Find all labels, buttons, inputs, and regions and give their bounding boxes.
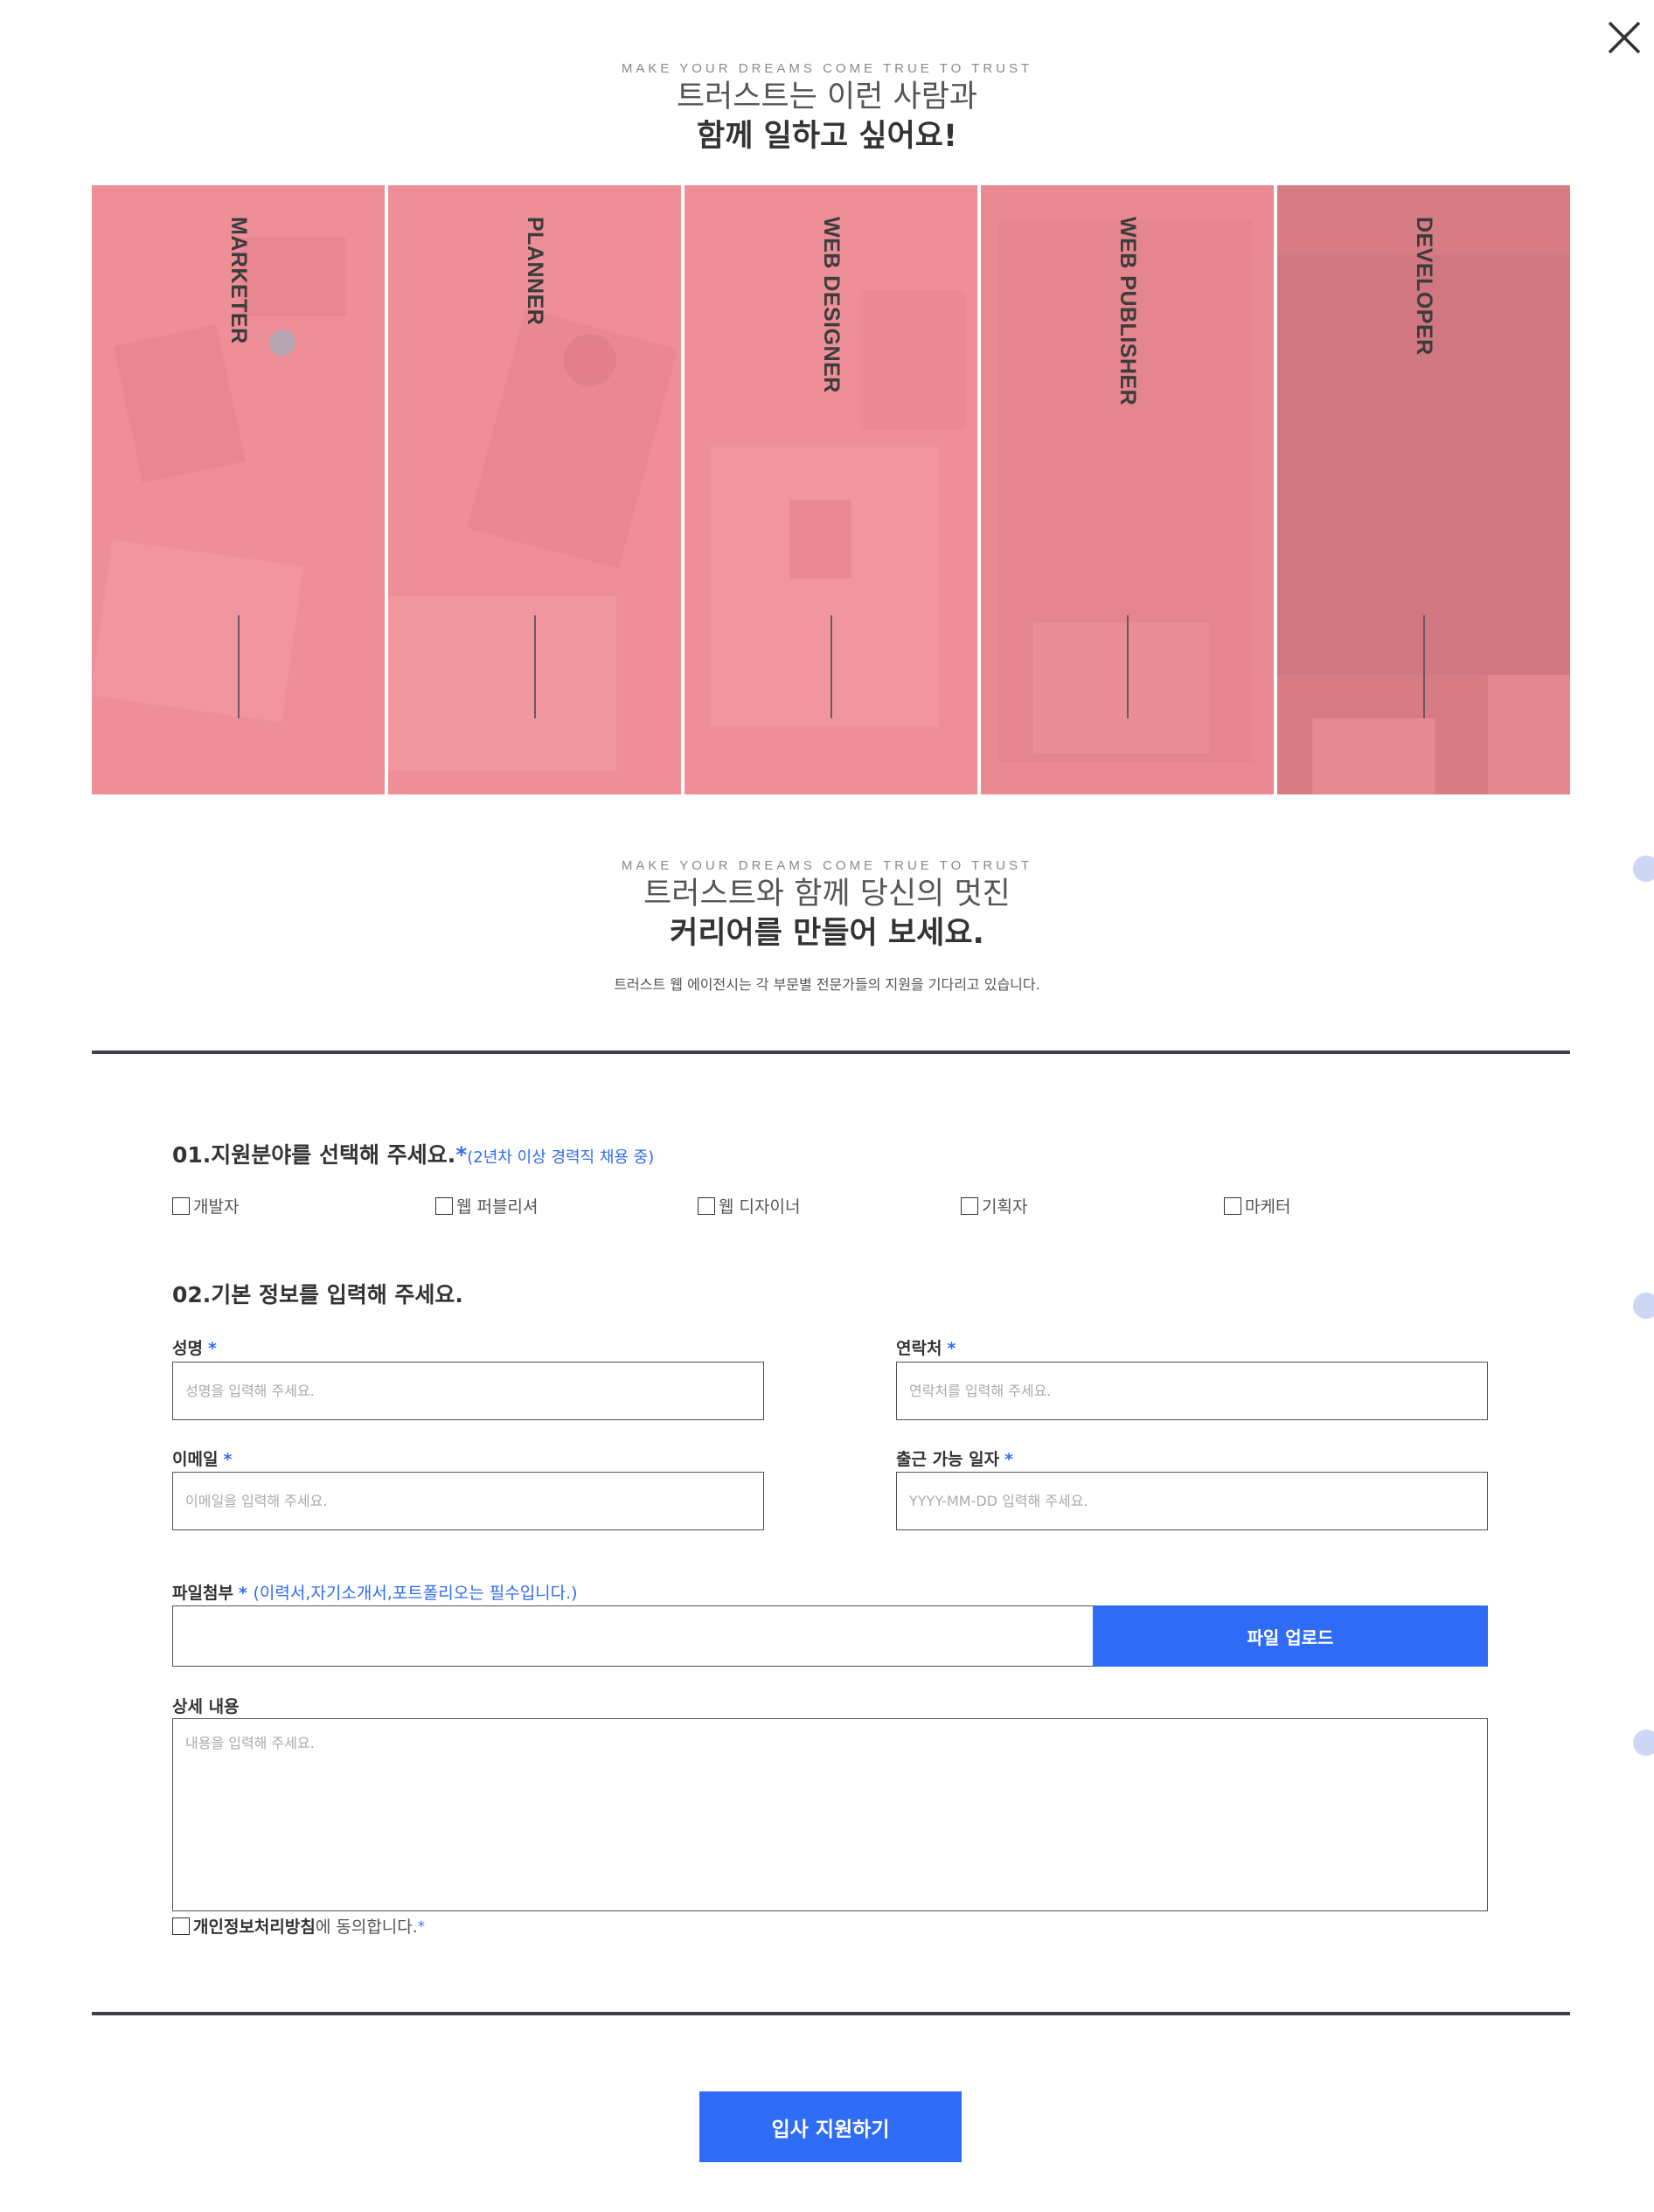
required-mark: * <box>455 1142 468 1168</box>
option-label: 마케터 <box>1245 1197 1291 1217</box>
hero-eyebrow: MAKE YOUR DREAMS COME TRUE TO TRUST <box>621 61 1033 76</box>
career-subtitle: 트러스트 웹 에이전시는 각 부문별 전문가들의 지원을 기다리고 있습니다. <box>614 976 1040 993</box>
panel-planner[interactable]: PLANNER <box>388 185 681 794</box>
form-top-divider <box>92 1051 1570 1054</box>
panel-divider-line <box>830 615 832 718</box>
option-developer[interactable]: 개발자 <box>172 1194 239 1217</box>
step2-title: 02.기본 정보를 입력해 주세요. <box>172 1282 463 1307</box>
position-panels: MARKETER PLANNER WEB DESIGNER WEB PUBLIS… <box>92 185 1570 794</box>
close-icon <box>1608 21 1641 54</box>
privacy-text: 에 동의합니다. <box>315 1917 418 1937</box>
start-date-label: 출근 가능 일자 * <box>896 1450 1014 1469</box>
panel-developer[interactable]: DEVELOPER <box>1277 185 1570 794</box>
panel-label: PLANNER <box>523 217 547 326</box>
privacy-checkbox[interactable] <box>172 1917 190 1935</box>
hero-title-line1: 트러스트는 이런 사람과 <box>676 80 978 114</box>
side-nav-dot[interactable] <box>1633 856 1654 882</box>
checkbox[interactable] <box>698 1196 715 1215</box>
email-input[interactable] <box>172 1472 764 1530</box>
checkbox[interactable] <box>435 1196 453 1215</box>
career-eyebrow: MAKE YOUR DREAMS COME TRUE TO TRUST <box>621 858 1033 873</box>
side-nav-dot[interactable] <box>1633 1730 1654 1756</box>
option-label: 개발자 <box>193 1197 240 1217</box>
panel-label: DEVELOPER <box>1412 217 1436 356</box>
panel-web-designer[interactable]: WEB DESIGNER <box>685 185 977 794</box>
panel-divider-line <box>1126 615 1129 718</box>
side-nav-dot[interactable] <box>1633 1293 1654 1319</box>
option-label: 웹 퍼블리셔 <box>456 1197 539 1217</box>
checkbox[interactable] <box>1224 1196 1241 1215</box>
option-marketer[interactable]: 마케터 <box>1224 1194 1290 1217</box>
hero-title-line2: 함께 일하고 싶어요! <box>678 116 976 156</box>
option-label: 기획자 <box>982 1197 1028 1217</box>
hero-heading: MAKE YOUR DREAMS COME TRUE TO TRUST 트러스트… <box>0 61 1654 156</box>
position-options: 개발자 웹 퍼블리셔 웹 디자이너 기획자 마케터 <box>172 1194 1484 1220</box>
option-label: 웹 디자이너 <box>719 1197 801 1217</box>
option-web-designer[interactable]: 웹 디자이너 <box>698 1194 800 1217</box>
career-title-line1: 트러스트와 함께 당신의 멋진 <box>643 877 1011 912</box>
start-date-input[interactable] <box>896 1472 1488 1530</box>
option-web-publisher[interactable]: 웹 퍼블리셔 <box>435 1194 538 1217</box>
email-label: 이메일 * <box>172 1450 233 1469</box>
step1-title: 01.지원분야를 선택해 주세요.*(2년차 이상 경력직 채용 중) <box>172 1142 655 1168</box>
file-upload-button[interactable]: 파일 업로드 <box>1093 1605 1488 1667</box>
privacy-policy-link[interactable]: 개인정보처리방침 <box>193 1914 316 1938</box>
career-heading: MAKE YOUR DREAMS COME TRUE TO TRUST 트러스트… <box>0 858 1654 994</box>
option-planner[interactable]: 기획자 <box>961 1194 1027 1217</box>
cursor-dot <box>269 329 295 356</box>
step1-note: (2년차 이상 경력직 채용 중) <box>467 1148 655 1167</box>
required-mark: * <box>417 1917 425 1934</box>
panel-divider-line <box>533 615 536 718</box>
panel-web-publisher[interactable]: WEB PUBLISHER <box>981 185 1274 794</box>
checkbox[interactable] <box>961 1196 978 1215</box>
panel-label: MARKETER <box>226 217 251 344</box>
form-bottom-divider <box>92 2012 1570 2015</box>
name-label: 성명 * <box>172 1339 217 1358</box>
panel-divider-line <box>1422 615 1425 718</box>
submit-application-button[interactable]: 입사 지원하기 <box>699 2091 962 2162</box>
phone-input[interactable] <box>896 1362 1488 1420</box>
career-title-line2: 커리어를 만들어 보세요. <box>650 913 1004 953</box>
file-label: 파일첨부 * (이력서,자기소개서,포트폴리오는 필수입니다.) <box>172 1584 578 1603</box>
detail-label: 상세 내용 <box>172 1697 240 1716</box>
file-note: (이력서,자기소개서,포트폴리오는 필수입니다.) <box>253 1584 578 1603</box>
checkbox[interactable] <box>172 1196 190 1215</box>
panel-label: WEB PUBLISHER <box>1115 217 1140 406</box>
name-input[interactable] <box>172 1362 764 1420</box>
close-button[interactable] <box>1604 17 1644 58</box>
panel-divider-line <box>237 615 240 718</box>
detail-textarea[interactable] <box>172 1718 1488 1911</box>
panel-marketer[interactable]: MARKETER <box>92 185 385 794</box>
panel-label: WEB DESIGNER <box>819 217 844 393</box>
phone-label: 연락처 * <box>896 1339 956 1358</box>
privacy-agree[interactable]: 개인정보처리방침 에 동의합니다. * <box>172 1914 425 1938</box>
